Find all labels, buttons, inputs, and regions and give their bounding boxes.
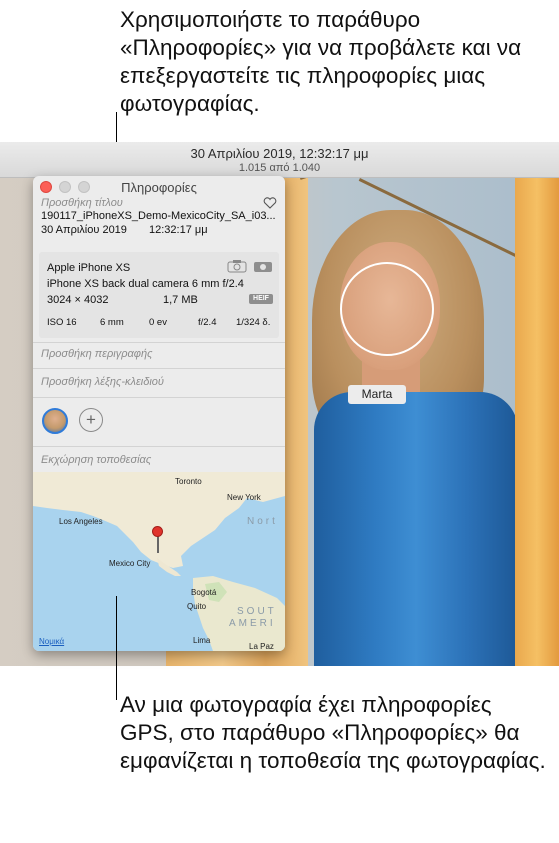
city-label-quito: Quito [187, 602, 207, 611]
info-panel-title: Πληροφορίες [121, 180, 197, 195]
region-label-south: AMERI [229, 618, 276, 629]
city-label-lima: Lima [193, 636, 211, 645]
fabric-right [515, 178, 559, 666]
info-panel: Πληροφορίες Προσθήκη τίτλου 190117_iPhon… [33, 176, 285, 651]
city-label-mexico-city: Mexico City [109, 559, 151, 568]
location-pin-icon[interactable] [152, 526, 163, 537]
exif-focal-length: 6 mm [100, 317, 124, 328]
photo-window-titlebar: 30 Απριλίου 2019, 12:32:17 μμ 1.015 από … [0, 142, 559, 178]
location-map[interactable]: Nort SOUT AMERI Toronto New York Los Ang… [33, 472, 285, 651]
city-label-la-paz: La Paz [249, 642, 274, 651]
region-label-south: SOUT [237, 606, 277, 617]
rope [300, 178, 368, 180]
exif-iso: ISO 16 [47, 317, 77, 328]
add-keyword-field[interactable]: Προσθήκη λέξης-κλειδιού [41, 376, 164, 388]
camera-icon [254, 262, 272, 272]
photo-capture-time: 12:32:17 μμ [149, 224, 208, 236]
lens-info: iPhone XS back dual camera 6 mm f/2.4 [47, 278, 244, 290]
photo-date: 30 Απριλίου 2019, 12:32:17 μμ [190, 146, 369, 161]
exif-exposure: 0 ev [149, 317, 167, 328]
person-avatar[interactable] [42, 408, 68, 434]
camera-model: Apple iPhone XS [47, 262, 131, 274]
callout-bottom: Αν μια φωτογραφία έχει πληροφορίες GPS, … [120, 692, 546, 773]
city-label-bogota: Bogotá [191, 588, 217, 597]
subject-dress [314, 392, 518, 666]
live-photo-camera-icon [227, 260, 247, 273]
callout-top: Χρησιμοποιήστε το παράθυρο «Πληροφορίες»… [120, 7, 522, 116]
divider [33, 446, 285, 447]
location-pin-stem [157, 536, 159, 553]
region-label-north: Nort [247, 516, 278, 527]
format-badge: HEIF [249, 294, 273, 304]
map-legal-link[interactable]: Νομικά [39, 637, 64, 646]
add-person-button[interactable]: + [79, 408, 103, 432]
add-description-field[interactable]: Προσθήκη περιγραφής [41, 348, 152, 360]
city-label-new-york: New York [227, 493, 261, 502]
resolution: 3024 × 4032 [47, 294, 109, 306]
divider [33, 397, 285, 398]
city-label-los-angeles: Los Angeles [59, 517, 103, 526]
photo-capture-date: 30 Απριλίου 2019 [41, 224, 127, 236]
callout-bottom-line [116, 596, 117, 700]
assign-location-field[interactable]: Εκχώρηση τοποθεσίας [41, 454, 151, 466]
photo-count: 1.015 από 1.040 [238, 162, 321, 174]
city-label-toronto: Toronto [175, 477, 202, 486]
face-name-label[interactable]: Marta [348, 385, 406, 404]
exif-aperture: f/2.4 [198, 317, 217, 328]
file-name: 190117_iPhoneXS_Demo-MexicoCity_SA_i03..… [41, 210, 276, 222]
add-title-field[interactable]: Προσθήκη τίτλου [41, 197, 123, 209]
file-size: 1,7 MB [163, 294, 198, 306]
favorite-heart-icon[interactable] [263, 197, 277, 209]
divider [33, 342, 285, 343]
divider [33, 368, 285, 369]
exif-shutter: 1/324 δ. [236, 317, 271, 328]
face-detection-circle[interactable] [340, 262, 434, 356]
